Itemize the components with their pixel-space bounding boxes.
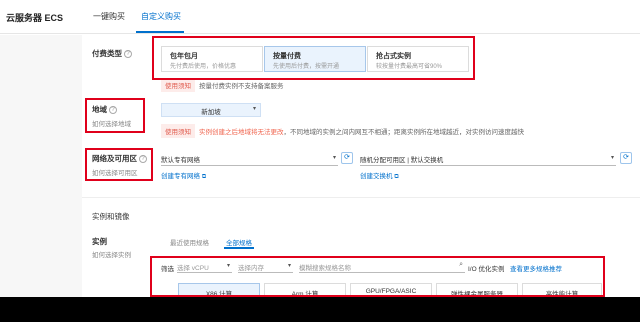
active-tab-indicator	[136, 31, 184, 33]
billing-option-title: 抢占式实例	[376, 53, 411, 60]
vcpu-filter[interactable]: 选择 vCPU ▾	[177, 262, 232, 273]
network-label-text: 网络及可用区	[92, 154, 137, 163]
help-icon[interactable]: ?	[124, 50, 132, 59]
refresh-switch-button[interactable]: ⟳	[620, 152, 632, 164]
more-spec-recommendations-link[interactable]: 查看更多规格推荐	[510, 263, 562, 273]
search-icon[interactable]: ⌕	[459, 261, 463, 269]
refresh-vpc-button[interactable]: ⟳	[341, 152, 353, 164]
create-vpc-link[interactable]: 创建专有网络 ⧉	[161, 170, 206, 181]
billing-option-title: 包年包月	[170, 53, 198, 60]
spec-search-input[interactable]: 模糊搜索规格名称 ⌕	[299, 261, 465, 273]
notice-badge: 使用须知	[161, 124, 195, 138]
external-link-icon: ⧉	[394, 174, 399, 180]
chevron-down-icon: ▾	[226, 263, 230, 269]
region-notice: 使用须知 实例创建之后地域将无法更改，不同地域的实例之间内网互不相通；距离实例所在…	[161, 124, 525, 138]
memory-filter[interactable]: 选择内存 ▾	[238, 262, 293, 273]
create-switch-link[interactable]: 创建交换机 ⧉	[360, 170, 399, 181]
top-bar: 云服务器 ECS 一键购买 自定义购买	[0, 0, 640, 34]
billing-type-label-text: 付费类型	[92, 49, 122, 58]
spec-search-placeholder: 模糊搜索规格名称	[299, 265, 351, 272]
help-icon[interactable]: ?	[139, 155, 147, 164]
config-panel	[82, 35, 640, 297]
io-optimized-label: I/O 优化实例	[468, 266, 505, 273]
vpc-value: 默认专有网络	[161, 157, 200, 164]
notice-badge: 使用须知	[161, 78, 195, 92]
zone-switch-select[interactable]: 随机分配可用区 | 默认交换机 ▾	[360, 154, 616, 166]
tab-all-specs[interactable]: 全部规格	[226, 237, 252, 247]
billing-option-desc: 先付费后使用，价格优惠	[170, 64, 237, 70]
region-label: 地域?	[92, 104, 117, 115]
left-gutter	[0, 35, 82, 297]
instance-label: 实例	[92, 237, 107, 246]
chevron-down-icon: ▾	[252, 106, 256, 112]
region-select[interactable]: 新加坡 ▾	[161, 103, 261, 117]
section-divider	[82, 197, 640, 198]
billing-option-subscription[interactable]: 包年包月 先付费后使用，价格优惠	[161, 46, 263, 72]
chevron-down-icon: ▾	[332, 155, 336, 161]
billing-option-pay-as-you-go[interactable]: 按量付费 先使用后付费，按需开通	[264, 46, 366, 72]
notice-text: 按量付费实例不支持备案服务	[199, 83, 284, 90]
chevron-down-icon: ▾	[287, 263, 291, 269]
billing-type-label: 付费类型?	[92, 48, 132, 59]
notice-text-detail: ，不同地域的实例之间内网互不相通；距离实例所在地域越近，对实例访问速度越快	[283, 129, 525, 136]
filter-label: 筛选	[161, 266, 174, 273]
tab-recent-specs[interactable]: 最近使用规格	[170, 237, 209, 247]
vcpu-filter-placeholder: 选择 vCPU	[177, 265, 209, 272]
billing-option-desc: 较按量付费最高可省90%	[376, 64, 443, 70]
instance-help-link[interactable]: 如何选择实例	[92, 249, 131, 259]
vpc-select[interactable]: 默认专有网络 ▾	[161, 154, 338, 166]
notice-text-warning: 实例创建之后地域将无法更改	[199, 129, 284, 136]
zone-value: 随机分配可用区 | 默认交换机	[360, 157, 444, 164]
instance-image-section-title: 实例和镜像	[92, 212, 130, 221]
tab-custom-buy[interactable]: 自定义购买	[141, 11, 181, 22]
billing-option-preemptible[interactable]: 抢占式实例 较按量付费最高可省90%	[367, 46, 469, 72]
zone-help-link[interactable]: 如何选择可用区	[92, 167, 138, 177]
external-link-icon: ⧉	[201, 174, 207, 180]
create-switch-link-text: 创建交换机	[360, 173, 393, 180]
region-help-link[interactable]: 如何选择地域	[92, 118, 131, 128]
help-icon[interactable]: ?	[109, 106, 117, 115]
billing-option-title: 按量付费	[273, 53, 301, 60]
app-title: 云服务器 ECS	[6, 13, 64, 23]
region-label-text: 地域	[92, 105, 107, 114]
create-vpc-link-text: 创建专有网络	[161, 173, 200, 180]
billing-notice: 使用须知 按量付费实例不支持备案服务	[161, 78, 284, 92]
bottom-black-bar	[0, 297, 640, 322]
network-label: 网络及可用区?	[92, 153, 147, 164]
active-subtab-indicator	[224, 247, 254, 249]
region-value: 新加坡	[201, 109, 221, 116]
memory-filter-placeholder: 选择内存	[238, 265, 264, 272]
billing-option-desc: 先使用后付费，按需开通	[273, 64, 340, 70]
tab-one-click-buy[interactable]: 一键购买	[93, 11, 125, 22]
chevron-down-icon: ▾	[610, 155, 614, 161]
